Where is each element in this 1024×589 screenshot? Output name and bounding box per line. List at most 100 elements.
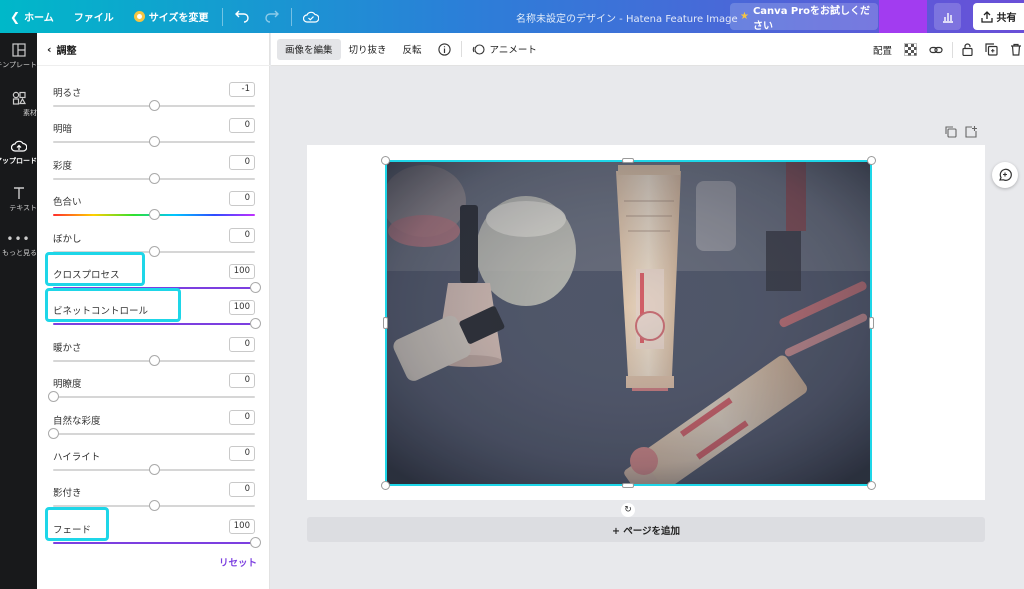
slider-track[interactable] bbox=[53, 323, 255, 326]
link-icon bbox=[929, 46, 943, 53]
undo-button[interactable] bbox=[231, 6, 253, 28]
adjustment-label: ぼかし bbox=[53, 233, 82, 245]
slider-thumb[interactable] bbox=[148, 209, 160, 221]
adjustment-label: 明るさ bbox=[53, 88, 82, 99]
adjustment-row: 彩度 0 bbox=[53, 154, 255, 191]
slider-track[interactable] bbox=[53, 396, 255, 399]
delete-button[interactable] bbox=[1004, 39, 1024, 60]
transparency-button[interactable] bbox=[898, 39, 923, 60]
info-button[interactable] bbox=[430, 39, 459, 60]
rail-item-uploads[interactable]: アップロード bbox=[0, 139, 37, 166]
adjustment-value-input[interactable]: 0 bbox=[229, 118, 255, 134]
lock-button[interactable] bbox=[956, 39, 979, 60]
position-button[interactable]: 配置 bbox=[867, 39, 898, 60]
slider-thumb[interactable] bbox=[148, 354, 160, 366]
adjustment-value-input[interactable]: 0 bbox=[229, 191, 255, 207]
adjustment-row: 明瞭度 0 bbox=[47, 373, 255, 409]
rotate-handle[interactable]: ↻ bbox=[621, 503, 635, 517]
more-icon: ••• bbox=[6, 232, 31, 246]
home-button[interactable]: ❮ ホーム bbox=[0, 0, 64, 33]
adjustment-value-input[interactable]: 0 bbox=[229, 409, 255, 425]
edit-image-button[interactable]: 画像を編集 bbox=[277, 38, 341, 60]
resize-handle-bottom-right[interactable] bbox=[867, 481, 876, 490]
add-page-button[interactable]: + ページを追加 bbox=[307, 517, 985, 542]
slider-thumb[interactable] bbox=[249, 536, 261, 548]
adjustment-value-input[interactable]: 0 bbox=[229, 227, 255, 243]
rail-item-elements[interactable]: 素材 bbox=[0, 91, 37, 118]
adjustment-value-input[interactable]: 100 bbox=[229, 300, 255, 316]
comment-button[interactable] bbox=[992, 162, 1018, 188]
adjustment-value-input[interactable]: 100 bbox=[229, 518, 255, 534]
resize-handle-top[interactable] bbox=[622, 158, 634, 163]
slider-thumb[interactable] bbox=[47, 391, 59, 403]
adjustment-value-input[interactable]: 0 bbox=[229, 336, 255, 352]
template-icon bbox=[11, 43, 26, 57]
rail-item-templates[interactable]: テンプレート bbox=[0, 43, 37, 70]
adjustment-row: ぼかし 0 bbox=[53, 227, 255, 264]
add-page-label: + ページを追加 bbox=[611, 525, 681, 537]
cloud-check-icon bbox=[303, 11, 320, 23]
elements-icon bbox=[12, 91, 26, 105]
resize-button[interactable]: サイズを変更 bbox=[124, 0, 219, 33]
add-page-icon[interactable] bbox=[965, 126, 977, 138]
slider-thumb[interactable] bbox=[148, 500, 160, 512]
redo-button[interactable] bbox=[261, 6, 283, 28]
adjustment-row: 影付き 0 bbox=[53, 482, 255, 518]
resize-handle-right[interactable] bbox=[869, 317, 874, 329]
rail-item-text[interactable]: テキスト bbox=[0, 186, 37, 213]
cloud-save-button[interactable] bbox=[300, 6, 322, 28]
crop-button[interactable]: 切り抜き bbox=[341, 39, 395, 60]
adjustment-row: 色合い 0 bbox=[53, 191, 255, 227]
file-menu[interactable]: ファイル bbox=[64, 0, 124, 33]
adjust-back-button[interactable]: ‹ 調整 bbox=[37, 33, 270, 66]
rail-label: アップロード bbox=[0, 157, 37, 165]
slider-thumb[interactable] bbox=[148, 136, 160, 148]
cosmetics-photo[interactable] bbox=[386, 161, 871, 485]
resize-handle-left[interactable] bbox=[383, 317, 388, 329]
slider-thumb[interactable] bbox=[249, 318, 261, 330]
resize-handle-bottom-left[interactable] bbox=[381, 481, 390, 490]
slider-thumb[interactable] bbox=[148, 245, 160, 257]
insights-button[interactable] bbox=[934, 3, 961, 30]
adjustment-value-input[interactable]: 100 bbox=[229, 264, 255, 279]
slider-track[interactable] bbox=[53, 432, 255, 435]
share-button[interactable]: 共有 bbox=[973, 3, 1024, 30]
adjustment-value-input[interactable]: 0 bbox=[229, 482, 255, 498]
reset-button[interactable]: リセット bbox=[219, 555, 257, 569]
document-title[interactable]: 名称未設定のデザイン - Hatena Feature Image bbox=[516, 10, 738, 25]
adjustment-label: 影付き bbox=[53, 488, 82, 500]
link-button[interactable] bbox=[923, 39, 949, 60]
duplicate-button[interactable] bbox=[979, 39, 1004, 60]
resize-handle-bottom[interactable] bbox=[622, 483, 634, 488]
page-tools bbox=[945, 126, 977, 138]
slider-thumb[interactable] bbox=[47, 427, 59, 439]
copy-page-icon[interactable] bbox=[945, 126, 957, 138]
resize-handle-top-right[interactable] bbox=[867, 156, 876, 165]
animate-button[interactable]: アニメート bbox=[464, 39, 545, 60]
left-rail: テンプレート 素材 アップロード テキスト ••• もっと見る bbox=[0, 33, 37, 589]
adjustment-value-input[interactable]: -1 bbox=[229, 82, 255, 97]
adjustment-value-input[interactable]: 0 bbox=[229, 446, 255, 461]
slider-track[interactable] bbox=[53, 541, 255, 544]
upload-icon bbox=[10, 140, 27, 152]
adjustment-label: 暖かさ bbox=[53, 342, 82, 354]
adjustment-value-input[interactable]: 0 bbox=[229, 154, 255, 170]
rail-item-more[interactable]: ••• もっと見る bbox=[0, 233, 37, 258]
slider-thumb[interactable] bbox=[148, 172, 160, 184]
animate-icon bbox=[472, 43, 485, 55]
rail-label: テキスト bbox=[9, 204, 37, 212]
adjustment-label: ビネットコントロール bbox=[53, 306, 149, 318]
info-icon bbox=[437, 42, 451, 56]
chevron-left-icon: ❮ bbox=[10, 9, 21, 24]
adjustment-label: 彩度 bbox=[53, 160, 73, 172]
adjustment-label: ハイライト bbox=[53, 452, 101, 463]
slider-thumb[interactable] bbox=[148, 100, 160, 111]
slider-track[interactable] bbox=[53, 287, 255, 289]
resize-handle-top-left[interactable] bbox=[381, 156, 390, 165]
slider-thumb[interactable] bbox=[148, 464, 160, 475]
flip-button[interactable]: 反転 bbox=[395, 39, 430, 60]
slider-thumb[interactable] bbox=[249, 282, 261, 293]
file-label: ファイル bbox=[73, 13, 114, 24]
canva-pro-trial-button[interactable]: ★ Canva Proをお試しください bbox=[730, 3, 878, 32]
adjustment-value-input[interactable]: 0 bbox=[229, 373, 255, 389]
